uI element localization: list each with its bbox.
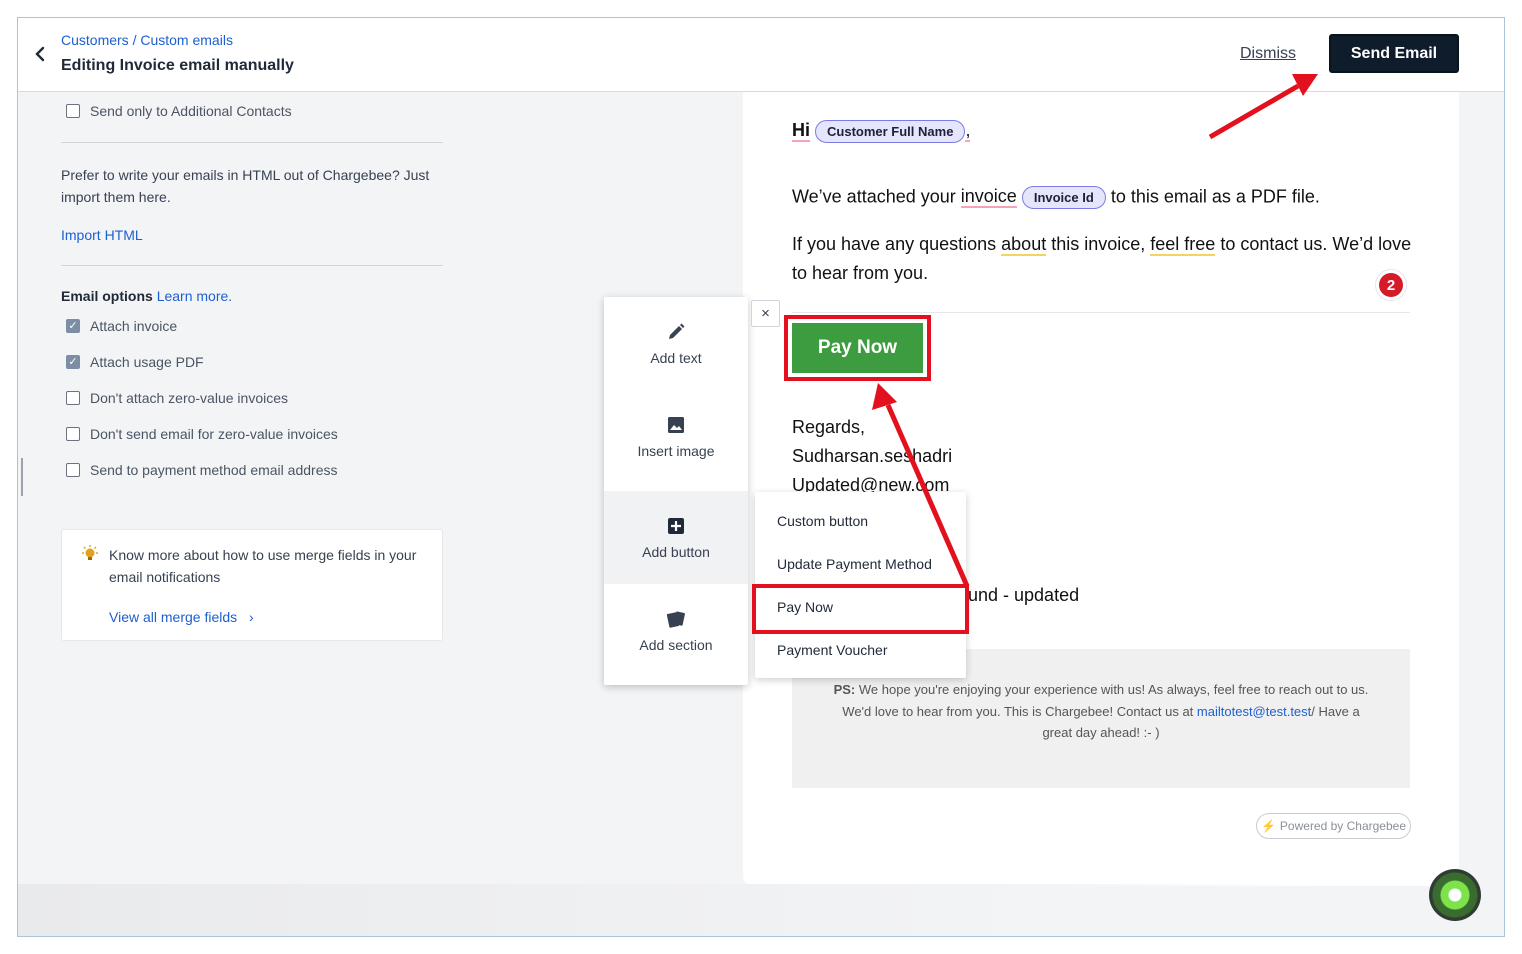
- add-section-tool[interactable]: Add section: [604, 584, 748, 677]
- line1-start: We’ve attached your: [792, 186, 956, 207]
- option-no-zero-value-email[interactable]: Don't send email for zero-value invoices: [66, 426, 338, 442]
- divider: [61, 142, 443, 143]
- scroll-indicator[interactable]: [21, 458, 23, 496]
- dismiss-link[interactable]: Dismiss: [1240, 45, 1296, 63]
- dropdown-item-custom-button[interactable]: Custom button: [755, 499, 966, 542]
- page-title: Editing Invoice email manually: [61, 57, 294, 74]
- option-attach-invoice[interactable]: ✓ Attach invoice: [66, 318, 177, 334]
- breadcrumb-separator: /: [132, 32, 137, 48]
- option-label: Attach usage PDF: [90, 354, 204, 370]
- greeting-word: Hi: [792, 120, 810, 143]
- greeting-line: Hi Customer Full Name,: [792, 120, 971, 143]
- send-email-button[interactable]: Send Email: [1329, 34, 1459, 73]
- email-options-label: Email options: [61, 288, 153, 304]
- sender-name: Sudharsan.seshadri: [792, 446, 953, 466]
- pencil-icon: [669, 323, 685, 339]
- help-widget-icon[interactable]: [1429, 869, 1481, 921]
- image-icon: [668, 416, 684, 433]
- close-icon: ×: [761, 305, 770, 322]
- insert-image-tool[interactable]: Insert image: [604, 390, 748, 483]
- block-toolbox: Add text Insert image Add button Add sec…: [604, 297, 748, 685]
- powered-by-label: Powered by Chargebee: [1279, 819, 1407, 833]
- app-window: Customers / Custom emails Editing Invoic…: [17, 17, 1505, 937]
- invoice-id-merge-chip[interactable]: Invoice Id: [1021, 186, 1106, 209]
- import-html-link[interactable]: Import HTML: [61, 227, 143, 243]
- send-only-additional-option[interactable]: Send only to Additional Contacts: [66, 103, 292, 119]
- email-options-heading: Email options Learn more.: [61, 288, 232, 304]
- checkbox[interactable]: [66, 104, 80, 118]
- option-label: Send only to Additional Contacts: [90, 103, 292, 119]
- grammar-badge[interactable]: 2: [1375, 269, 1407, 301]
- add-button-tool[interactable]: Add button: [604, 491, 748, 584]
- breadcrumb-customers-link[interactable]: Customers: [61, 32, 129, 48]
- view-merge-fields-label: View all merge fields: [109, 609, 238, 625]
- html-import-hint: Prefer to write your emails in HTML out …: [61, 167, 430, 205]
- tip-text: Know more about how to use merge fields …: [109, 547, 417, 585]
- chevron-right-icon: ›: [249, 609, 254, 625]
- lightning-icon: ⚡: [1260, 819, 1276, 833]
- option-payment-method-email[interactable]: Send to payment method email address: [66, 462, 337, 478]
- view-merge-fields-link[interactable]: View all merge fields ›: [109, 609, 254, 625]
- line2-feel-free: feel free: [1150, 234, 1216, 256]
- line1-end: to this email as a PDF file.: [1110, 186, 1320, 207]
- content-divider: [792, 312, 1410, 313]
- header-bar: Customers / Custom emails Editing Invoic…: [18, 18, 1504, 92]
- checkbox[interactable]: [66, 427, 80, 441]
- regards-text: Regards,: [792, 417, 866, 437]
- option-label: Attach invoice: [90, 318, 178, 334]
- ps-email-link[interactable]: mailtotest@test.test: [1197, 704, 1311, 719]
- add-text-tool[interactable]: Add text: [604, 297, 748, 390]
- partial-body-text: und - updated: [968, 585, 1080, 605]
- footer-shadow: [18, 884, 1318, 936]
- lightbulb-icon: [82, 545, 98, 560]
- email-preview: Hi Customer Full Name, We’ve attached yo…: [743, 92, 1459, 886]
- body-line-2: If you have any questions about this inv…: [792, 230, 1422, 288]
- checkbox[interactable]: [66, 391, 80, 405]
- option-label: Don't attach zero-value invoices: [90, 390, 288, 406]
- line2-about-word: about: [1001, 234, 1047, 256]
- ps-text-block: PS: We hope you're enjoying your experie…: [832, 679, 1370, 744]
- customer-name-merge-chip[interactable]: Customer Full Name: [815, 120, 966, 143]
- back-chevron-icon[interactable]: [32, 44, 48, 64]
- cards-icon: [666, 610, 685, 628]
- body-line-1: We’ve attached your invoice Invoice Id t…: [792, 186, 1320, 209]
- option-label: Send to payment method email address: [90, 462, 338, 478]
- tool-label: Add text: [650, 349, 702, 366]
- close-toolbox-button[interactable]: ×: [751, 300, 780, 327]
- checkbox[interactable]: [66, 463, 80, 477]
- divider: [61, 265, 443, 266]
- pay-now-option-highlight-box: [752, 584, 969, 634]
- option-no-zero-value-attach[interactable]: Don't attach zero-value invoices: [66, 390, 288, 406]
- greeting-comma: ,: [965, 120, 971, 143]
- merge-fields-tip-card: Know more about how to use merge fields …: [61, 529, 443, 641]
- pay-now-highlight-box: [784, 315, 931, 381]
- plus-square-icon: [668, 517, 684, 534]
- grammar-badge-count: 2: [1379, 273, 1403, 297]
- tool-label: Insert image: [637, 442, 715, 459]
- line2-start: If you have any questions: [792, 234, 997, 254]
- tool-label: Add section: [639, 636, 713, 653]
- powered-by-badge[interactable]: ⚡ Powered by Chargebee: [1256, 813, 1411, 839]
- tool-label: Add button: [642, 543, 710, 560]
- dropdown-item-update-payment-method[interactable]: Update Payment Method: [755, 542, 966, 585]
- learn-more-link[interactable]: Learn more.: [157, 288, 232, 304]
- option-label: Don't send email for zero-value invoices: [90, 426, 338, 442]
- breadcrumb-custom-emails-link[interactable]: Custom emails: [140, 32, 233, 48]
- dropdown-item-payment-voucher[interactable]: Payment Voucher: [755, 628, 966, 671]
- signature-block: Regards, Sudharsan.seshadri Updated@new.…: [792, 413, 952, 500]
- checkbox-checked[interactable]: ✓: [66, 319, 80, 333]
- breadcrumb: Customers / Custom emails: [61, 32, 233, 48]
- line2-middle: this invoice,: [1051, 234, 1146, 254]
- ps-label: PS:: [833, 682, 856, 697]
- checkbox-checked[interactable]: ✓: [66, 355, 80, 369]
- option-attach-usage-pdf[interactable]: ✓ Attach usage PDF: [66, 354, 204, 370]
- line1-invoice-word: invoice: [960, 186, 1017, 209]
